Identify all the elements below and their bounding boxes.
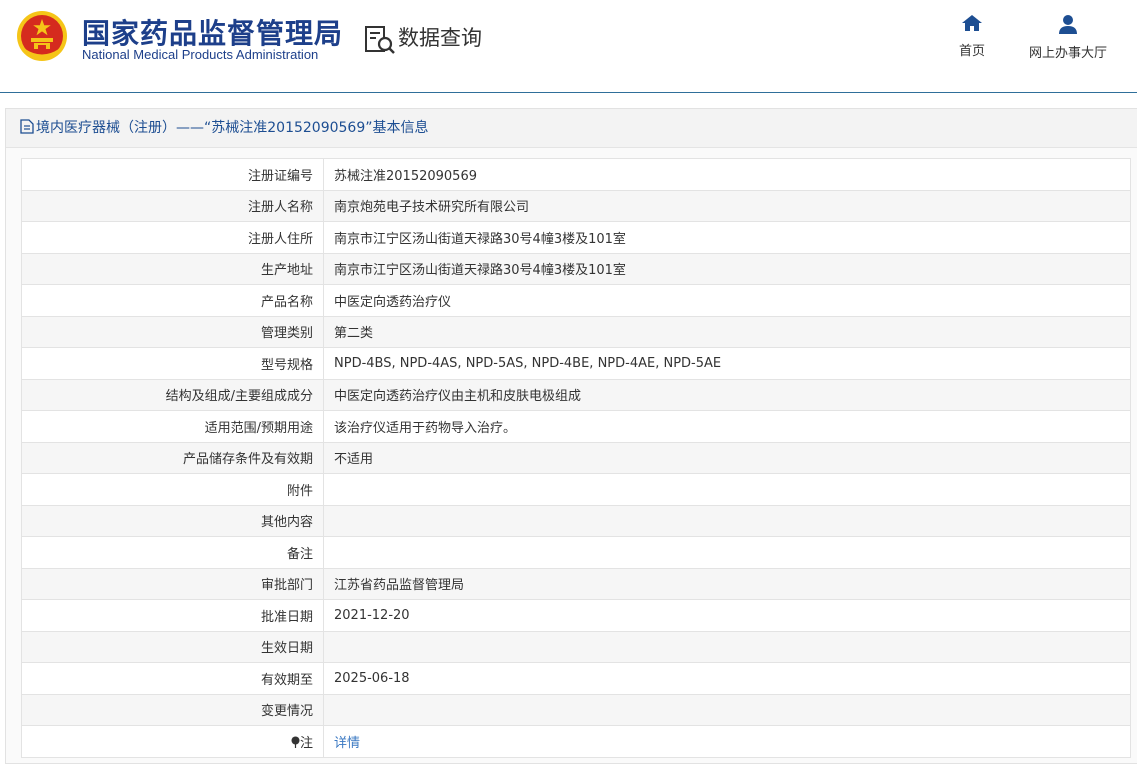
row-value: [323, 473, 1131, 506]
table-row: 变更情况: [21, 693, 1131, 726]
nav-online-office-label: 网上办事大厅: [1028, 46, 1107, 61]
table-row: 产品名称 中医定向透药治疗仪: [21, 284, 1131, 317]
document-icon: [20, 119, 34, 134]
table-row: 有效期至 2025-06-18: [21, 662, 1131, 695]
panel-title-text: 境内医疗器械（注册）——“苏械注准20152090569”基本信息: [36, 120, 429, 136]
user-icon: [1059, 15, 1077, 34]
row-label: 备注: [21, 536, 324, 569]
row-value: 苏械注准20152090569: [323, 158, 1131, 191]
agency-name-en: National Medical Products Administration: [82, 47, 319, 62]
data-query-icon: [365, 26, 395, 54]
row-value: 南京炮苑电子技术研究所有限公司: [323, 189, 1131, 222]
row-label: 附件: [21, 473, 324, 506]
row-label: 管理类别: [21, 315, 324, 348]
row-value: 2025-06-18: [323, 662, 1131, 695]
note-label-text: 注: [299, 735, 313, 751]
row-label: 结构及组成/主要组成成分: [21, 378, 324, 411]
row-value: 该治疗仪适用于药物导入治疗。: [323, 410, 1131, 443]
row-label: 批准日期: [21, 599, 324, 632]
site-header: 国家药品监督管理局 National Medical Products Admi…: [0, 0, 1137, 93]
home-icon: [962, 15, 982, 31]
row-label: 产品名称: [21, 284, 324, 317]
row-label: 注册人名称: [21, 189, 324, 222]
note-label: 注: [21, 725, 324, 758]
table-row: 结构及组成/主要组成成分 中医定向透药治疗仪由主机和皮肤电极组成: [21, 378, 1131, 411]
detail-panel: 境内医疗器械（注册）——“苏械注准20152090569”基本信息 注册证编号苏…: [5, 108, 1137, 764]
table-row: 其他内容: [21, 504, 1131, 537]
agency-name-cn: 国家药品监督管理局: [82, 17, 344, 50]
row-label: 注册证编号: [21, 158, 324, 191]
details-link[interactable]: 详情: [334, 736, 360, 751]
row-value: 江苏省药品监督管理局: [323, 567, 1131, 600]
table-row: 型号规格 NPD-4BS, NPD-4AS, NPD-5AS, NPD-4BE, …: [21, 347, 1131, 380]
row-value: 南京市江宁区汤山街道天禄路30号4幢3楼及101室: [323, 252, 1131, 285]
nav-home-label: 首页: [958, 44, 985, 59]
table-row-note: 注 详情: [21, 725, 1131, 758]
table-row: 注册人名称 南京炮苑电子技术研究所有限公司: [21, 189, 1131, 222]
row-label: 型号规格: [21, 347, 324, 380]
nav-online-office[interactable]: 网上办事大厅: [1022, 14, 1114, 61]
row-label: 生效日期: [21, 630, 324, 663]
row-value: 2021-12-20: [323, 599, 1131, 632]
note-value: 详情: [323, 725, 1131, 758]
row-value: 第二类: [323, 315, 1131, 348]
nav-home[interactable]: 首页: [952, 14, 992, 59]
info-table: 注册证编号 苏械注准20152090569 注册人名称 南京炮苑电子技术研究所有限公…: [21, 158, 1131, 758]
row-value: NPD-4BS, NPD-4AS, NPD-5AS, NPD-4BE, NPD-…: [323, 347, 1131, 380]
table-row: 注册证编号 苏械注准20152090569: [21, 158, 1131, 191]
row-value: 中医定向透药治疗仪: [323, 284, 1131, 317]
row-value: [323, 693, 1131, 726]
pin-icon: [291, 736, 300, 748]
row-label: 注册人住所: [21, 221, 324, 254]
table-row: 备注: [21, 536, 1131, 569]
row-value: 不适用: [323, 441, 1131, 474]
table-row: 适用范围/预期用途 该治疗仪适用于药物导入治疗。: [21, 410, 1131, 443]
row-label: 生产地址: [21, 252, 324, 285]
row-value: 中医定向透药治疗仪由主机和皮肤电极组成: [323, 378, 1131, 411]
data-query-title: 数据查询: [398, 26, 482, 50]
table-row: 产品储存条件及有效期 不适用: [21, 441, 1131, 474]
table-row: 生产地址 南京市江宁区汤山街道天禄路30号4幢3楼及101室: [21, 252, 1131, 285]
row-label: 审批部门: [21, 567, 324, 600]
table-row: 批准日期 2021-12-20: [21, 599, 1131, 632]
row-label: 变更情况: [21, 693, 324, 726]
row-label: 有效期至: [21, 662, 324, 695]
table-row: 生效日期: [21, 630, 1131, 663]
table-row: 管理类别 第二类: [21, 315, 1131, 348]
row-label: 产品储存条件及有效期: [21, 441, 324, 474]
table-row: 注册人住所 南京市江宁区汤山街道天禄路30号4幢3楼及101室: [21, 221, 1131, 254]
panel-title: 境内医疗器械（注册）——“苏械注准20152090569”基本信息: [6, 109, 1137, 148]
row-value: [323, 504, 1131, 537]
row-value: [323, 536, 1131, 569]
row-value: [323, 630, 1131, 663]
row-label: 其他内容: [21, 504, 324, 537]
national-emblem-icon: [17, 11, 67, 61]
table-row: 审批部门 江苏省药品监督管理局: [21, 567, 1131, 600]
row-value: 南京市江宁区汤山街道天禄路30号4幢3楼及101室: [323, 221, 1131, 254]
table-row: 附件: [21, 473, 1131, 506]
row-label: 适用范围/预期用途: [21, 410, 324, 443]
